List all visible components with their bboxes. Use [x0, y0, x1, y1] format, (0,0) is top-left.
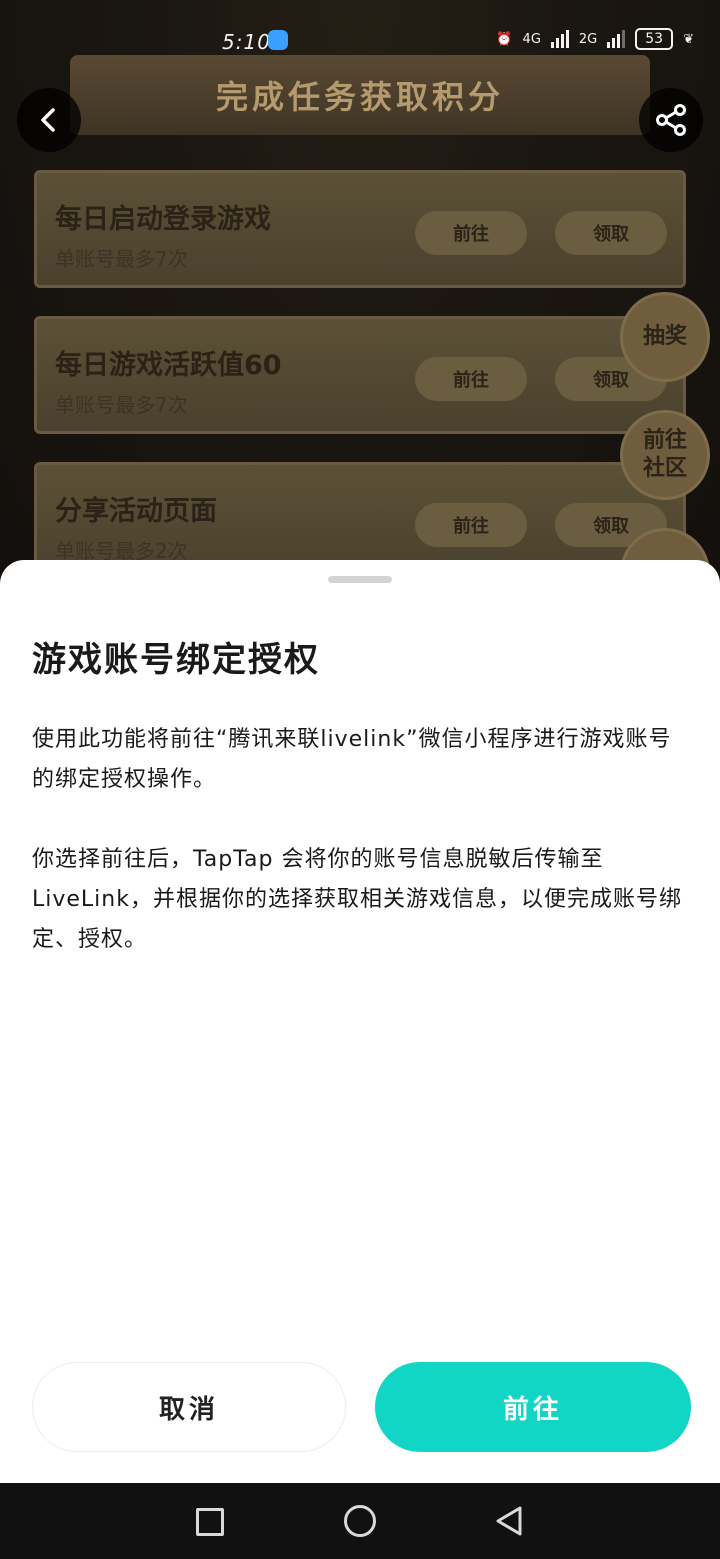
back-button[interactable]: [17, 88, 81, 152]
share-icon: [656, 104, 686, 136]
alarm-icon: ⏰: [496, 31, 513, 47]
bind-authorization-sheet: 游戏账号绑定授权 使用此功能将前往“腾讯来联livelink”微信小程序进行游戏…: [0, 560, 720, 1483]
battery-icon: 53: [635, 28, 674, 50]
chevron-left-icon: [41, 108, 55, 132]
leaf-icon: ❦: [683, 31, 694, 47]
task-card: 每日启动登录游戏 单账号最多7次 前往 领取: [34, 170, 686, 288]
status-icons: ⏰ 4G 2G 53 ❦: [496, 28, 694, 50]
task-title: 分享活动页面: [55, 496, 217, 527]
confirm-go-button[interactable]: 前往: [375, 1362, 691, 1452]
signal-icon: [550, 30, 569, 48]
system-navigation-bar: [0, 1483, 720, 1559]
sheet-drag-handle[interactable]: [328, 576, 392, 583]
message-notification-icon: [268, 30, 288, 50]
status-bar: 5:10 ⏰ 4G 2G 53 ❦: [0, 0, 720, 80]
task-subtitle: 单账号最多7次: [55, 247, 188, 271]
cancel-button[interactable]: 取消: [32, 1362, 346, 1452]
network-2g-label: 2G: [578, 31, 598, 47]
status-time: 5:10: [222, 30, 271, 54]
sheet-title: 游戏账号绑定授权: [32, 640, 320, 680]
task-go-button[interactable]: 前往: [415, 503, 527, 547]
sheet-paragraph-1: 使用此功能将前往“腾讯来联livelink”微信小程序进行游戏账号的绑定授权操作…: [32, 727, 672, 792]
task-title: 每日游戏活跃值60: [55, 350, 282, 381]
task-claim-button[interactable]: 领取: [555, 211, 667, 255]
triangle-back-icon[interactable]: [494, 1505, 524, 1537]
task-go-button[interactable]: 前往: [415, 211, 527, 255]
share-button[interactable]: [639, 88, 703, 152]
square-icon[interactable]: [196, 1508, 224, 1536]
task-card: 每日游戏活跃值60 单账号最多7次 前往 领取: [34, 316, 686, 434]
community-badge[interactable]: 前往 社区: [620, 410, 710, 500]
network-4g-label: 4G: [522, 31, 541, 47]
task-subtitle: 单账号最多7次: [55, 393, 188, 417]
sheet-paragraph-2: 你选择前往后，TapTap 会将你的账号信息脱敏后传输至 LiveLink，并根…: [32, 847, 682, 952]
circle-icon[interactable]: [344, 1505, 376, 1537]
lottery-badge[interactable]: 抽奖: [620, 292, 710, 382]
signal-icon-2: [607, 30, 626, 48]
task-title: 每日启动登录游戏: [55, 204, 271, 235]
task-go-button[interactable]: 前往: [415, 357, 527, 401]
